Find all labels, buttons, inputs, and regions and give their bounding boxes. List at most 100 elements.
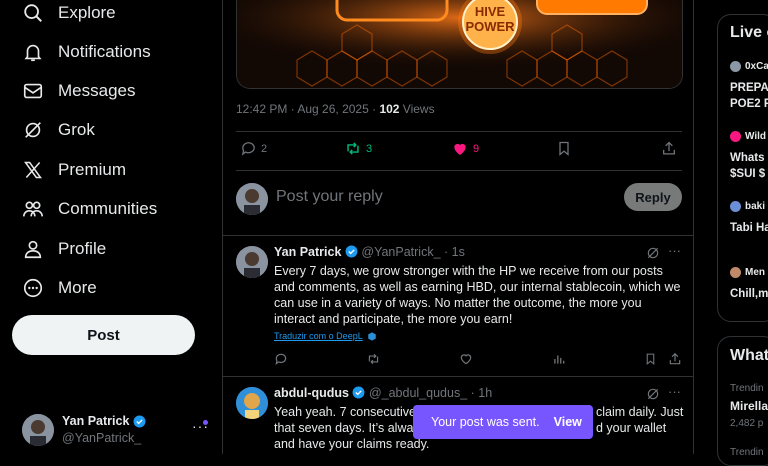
- nav-communities[interactable]: Communities: [20, 191, 157, 227]
- translate-link[interactable]: Traduzir com o DeepL: [274, 328, 363, 344]
- share-icon[interactable]: [668, 352, 682, 366]
- more-dots-icon[interactable]: ···: [668, 243, 681, 258]
- repost-count: 3: [366, 142, 373, 155]
- trend-label: Trendin: [730, 447, 764, 458]
- deepl-icon: [367, 331, 377, 342]
- tweet-text: Every 7 days, we grow stronger with the …: [274, 264, 681, 326]
- reply-count: 2: [261, 142, 268, 155]
- live-item-user: Men: [745, 267, 765, 278]
- nav-explore[interactable]: Explore: [20, 0, 116, 31]
- verified-badge-icon: [352, 386, 365, 399]
- more-dots-icon[interactable]: ···: [668, 384, 681, 399]
- live-item-text: Tabi Ha: [730, 222, 768, 234]
- reply-tweet[interactable]: Yan Patrick @YanPatrick_ · 1s ··· Every …: [236, 243, 682, 370]
- avatar: [730, 201, 741, 212]
- live-item-text: POE2 F: [730, 98, 768, 110]
- reply-input[interactable]: Post your reply: [276, 188, 383, 206]
- divider: [223, 376, 693, 377]
- tweet-time[interactable]: · 1h: [471, 386, 493, 400]
- repost-action[interactable]: 3: [344, 140, 372, 157]
- divider: [223, 235, 693, 236]
- post-button[interactable]: Post: [12, 315, 195, 355]
- tweet-author-handle[interactable]: @YanPatrick_: [361, 245, 440, 259]
- account-name: Yan Patrick: [62, 414, 130, 428]
- nav-more[interactable]: More: [20, 270, 97, 306]
- tweet-author-name[interactable]: Yan Patrick: [274, 245, 341, 259]
- reply-action[interactable]: 2: [240, 140, 267, 157]
- post-actions: 2 3 9: [236, 140, 682, 160]
- avatar[interactable]: [236, 387, 268, 419]
- nav-label: Profile: [58, 239, 107, 258]
- account-handle: @YanPatrick_: [62, 431, 142, 445]
- live-item-user: 0xCa: [745, 61, 768, 72]
- tweet-text-line: d your wallet: [596, 421, 667, 435]
- live-item-text: $SUI $: [730, 168, 766, 180]
- heart-icon: [454, 143, 466, 155]
- reply-button[interactable]: Reply: [624, 183, 682, 211]
- avatar: [236, 183, 268, 215]
- tweet-author-handle[interactable]: @_abdul_qudus_: [369, 386, 467, 400]
- share-icon: [663, 141, 675, 155]
- toast-text: Your post was sent.: [431, 415, 540, 429]
- tweet-time[interactable]: · 1s: [444, 245, 465, 259]
- nav-notifications[interactable]: Notifications: [20, 34, 151, 70]
- like-action[interactable]: 9: [451, 140, 479, 157]
- nav-label: Communities: [58, 199, 158, 218]
- account-switcher[interactable]: Yan Patrick @YanPatrick_ ···: [20, 410, 215, 450]
- nav-label: Grok: [58, 120, 95, 139]
- avatar[interactable]: [236, 246, 268, 278]
- trend-item[interactable]: Trendin Mirella 2,482 p: [730, 383, 768, 429]
- views-label: Views: [399, 102, 435, 116]
- grok-icon[interactable]: [646, 387, 660, 401]
- bell-icon: [20, 39, 46, 65]
- reply-icon[interactable]: [274, 352, 288, 366]
- tweet-text-line: Yeah yeah. 7 consecutive d: [274, 405, 427, 419]
- whats-happening-panel: What Trendin Mirella 2,482 p Trendin: [717, 336, 768, 466]
- bookmark-action[interactable]: [556, 140, 572, 157]
- reply-composer: Post your reply Reply: [236, 183, 682, 215]
- nav-label: Premium: [58, 160, 127, 179]
- views-icon[interactable]: [552, 352, 566, 366]
- live-item-user: baki: [745, 201, 766, 212]
- person-icon: [20, 236, 46, 262]
- repost-icon[interactable]: [366, 352, 381, 366]
- search-icon: [20, 0, 46, 26]
- panel-title: What: [730, 347, 768, 364]
- post-meta: 12:42 PM · Aug 26, 2025 · 102 Views: [236, 102, 435, 116]
- nav-messages[interactable]: Messages: [20, 73, 135, 109]
- nav-label: Notifications: [58, 42, 151, 61]
- post-timestamp[interactable]: 12:42 PM · Aug 26, 2025 ·: [236, 102, 379, 116]
- notification-dot: [203, 420, 208, 425]
- live-item-text: Whats: [730, 152, 765, 164]
- verified-badge-icon: [345, 245, 358, 258]
- verified-badge-icon: [133, 415, 146, 428]
- nav-label: More: [58, 278, 97, 297]
- post-sent-toast: Your post was sent. View: [413, 405, 593, 439]
- bookmark-icon[interactable]: [644, 352, 657, 366]
- divider: [236, 170, 682, 171]
- divider: [236, 131, 682, 132]
- trend-posts: 2,482 p: [730, 418, 764, 429]
- trend-label: Trendin: [730, 383, 764, 394]
- repost-icon: [347, 142, 359, 155]
- live-item-text: PREPA: [730, 82, 768, 94]
- views-count: 102: [379, 102, 400, 116]
- tweet-text-line: that seven days. It’s alway: [274, 421, 420, 435]
- nav-profile[interactable]: Profile: [20, 231, 106, 267]
- live-panel: Live o 0xCa PREPA POE2 F Wild Whats $SUI…: [717, 14, 768, 322]
- nav-grok[interactable]: Grok: [20, 112, 95, 148]
- reply-icon: [241, 142, 255, 156]
- share-action[interactable]: [661, 140, 677, 157]
- nav-premium[interactable]: Premium: [20, 152, 126, 188]
- toast-view-link[interactable]: View: [554, 415, 582, 429]
- avatar: [730, 61, 741, 72]
- avatar: [22, 414, 54, 446]
- heart-icon[interactable]: [459, 352, 473, 366]
- more-circle-icon: [20, 275, 46, 301]
- post-media-image[interactable]: HIVE POWER: [236, 0, 683, 89]
- live-item-text: Chill,m: [730, 288, 768, 300]
- left-sidebar: Explore Notifications Messages Grok Prem…: [0, 0, 222, 454]
- like-count: 9: [473, 142, 480, 155]
- tweet-author-name[interactable]: abdul-qudus: [274, 386, 349, 400]
- grok-icon[interactable]: [646, 246, 660, 260]
